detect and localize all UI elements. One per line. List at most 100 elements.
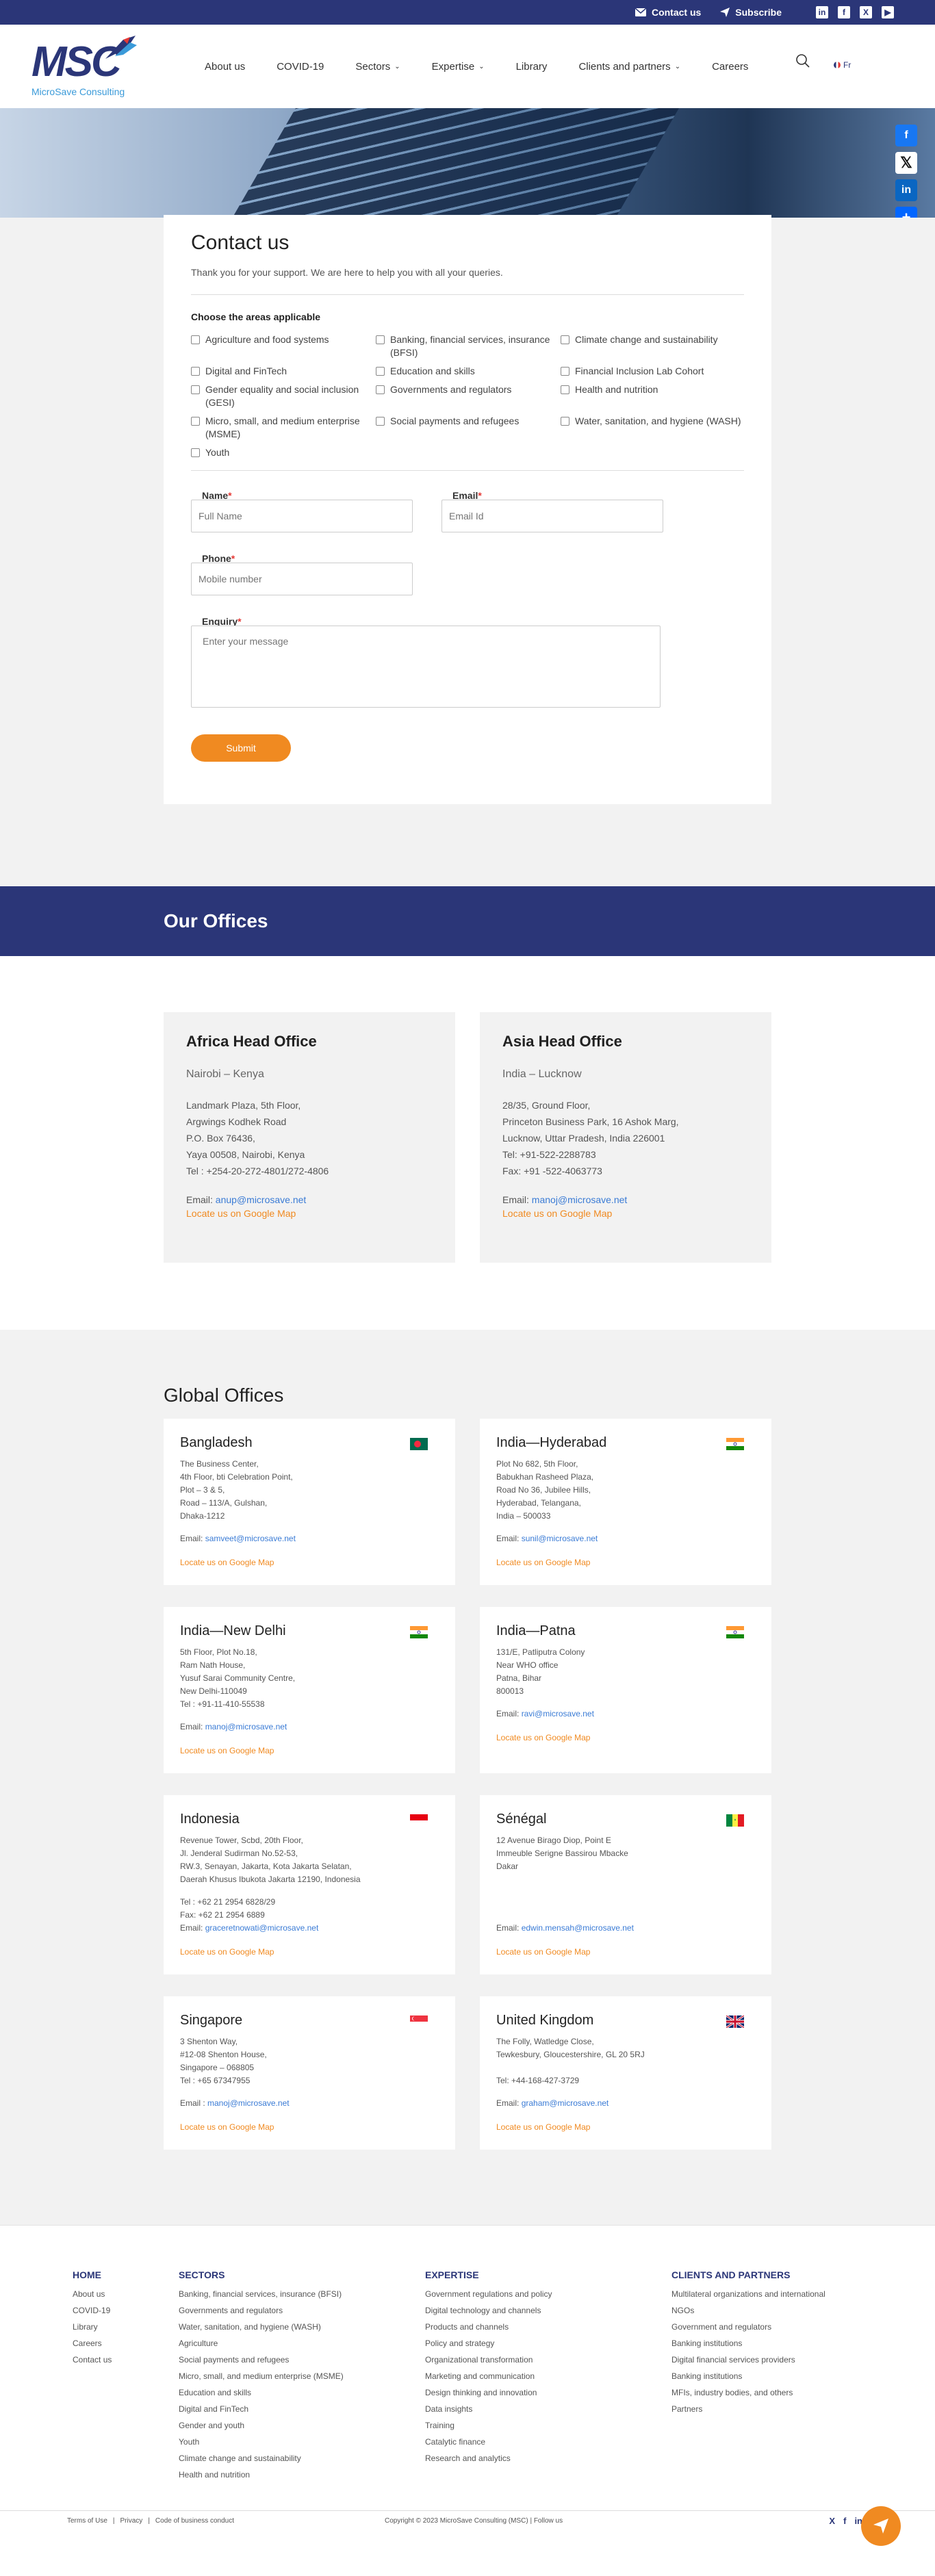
nav-item-clients-and-partners[interactable]: Clients and partners ⌄ [563,61,696,73]
facebook-icon[interactable]: f [838,6,850,18]
nav-item-about-us[interactable]: About us [189,61,261,73]
footer-link[interactable]: Climate change and sustainability [179,2450,425,2466]
footer-link[interactable]: Design thinking and innovation [425,2384,671,2401]
footer-link[interactable]: Education and skills [179,2384,425,2401]
phone-input[interactable] [191,563,413,595]
footer-link[interactable]: Research and analytics [425,2450,671,2466]
footer-link[interactable]: Library [73,2319,179,2335]
footer-link[interactable]: Products and channels [425,2319,671,2335]
footer-link[interactable]: Multilateral organizations and internati… [671,2286,849,2319]
footer-bottom-link[interactable]: Privacy [120,2517,143,2525]
footer-link[interactable]: Careers [73,2335,179,2352]
footer-link[interactable]: Digital technology and channels [425,2302,671,2319]
area-checkbox[interactable]: Social payments and refugees [376,415,561,441]
nav-item-expertise[interactable]: Expertise ⌄ [416,61,500,73]
checkbox[interactable] [376,385,385,394]
facebook-share-icon[interactable]: f [895,125,917,146]
footer-link[interactable]: Government and regulators [671,2319,849,2335]
x-twitter-icon[interactable]: X [860,6,872,18]
footer-link[interactable]: Banking institutions [671,2368,849,2384]
email-link[interactable]: ravi@microsave.net [522,1709,594,1718]
email-link[interactable]: edwin.mensah@microsave.net [522,1923,634,1933]
enquiry-textarea[interactable] [191,626,661,708]
facebook-icon[interactable]: f [843,2516,846,2527]
search-icon[interactable] [795,53,810,68]
linkedin-share-icon[interactable]: in [895,179,917,201]
nav-item-library[interactable]: Library [500,61,563,73]
footer-link[interactable]: Health and nutrition [179,2466,425,2483]
email-input[interactable] [441,500,663,532]
youtube-icon[interactable]: ▶ [882,6,894,18]
contact-us-link[interactable]: Contact us [635,7,701,18]
checkbox[interactable] [561,335,569,344]
google-map-link[interactable]: Locate us on Google Map [496,1558,755,1567]
checkbox[interactable] [561,417,569,426]
footer-link[interactable]: Catalytic finance [425,2434,671,2450]
email-link[interactable]: graceretnowati@microsave.net [205,1923,319,1933]
nav-item-careers[interactable]: Careers [696,61,764,73]
area-checkbox[interactable]: Gender equality and social inclusion (GE… [191,383,376,409]
footer-link[interactable]: Social payments and refugees [179,2352,425,2368]
footer-link[interactable]: Water, sanitation, and hygiene (WASH) [179,2319,425,2335]
google-map-link[interactable]: Locate us on Google Map [496,2122,755,2132]
footer-link[interactable]: Contact us [73,2352,179,2368]
checkbox[interactable] [191,385,200,394]
email-link[interactable]: sunil@microsave.net [522,1534,598,1543]
footer-link[interactable]: Banking institutions [671,2335,849,2352]
area-checkbox[interactable]: Health and nutrition [561,383,745,409]
checkbox[interactable] [376,417,385,426]
google-map-link[interactable]: Locate us on Google Map [180,1746,439,1755]
submit-button[interactable]: Submit [191,734,291,762]
site-logo[interactable]: MSC MicroSave Consulting [31,36,142,97]
footer-bottom-link[interactable]: Code of business conduct [155,2517,234,2525]
google-map-link[interactable]: Locate us on Google Map [502,1208,749,1219]
checkbox[interactable] [561,367,569,376]
footer-link[interactable]: Gender and youth [179,2417,425,2434]
footer-link[interactable]: Training [425,2417,671,2434]
footer-bottom-link[interactable]: Terms of Use [67,2517,107,2525]
footer-link[interactable]: Data insights [425,2401,671,2417]
checkbox[interactable] [191,417,200,426]
name-input[interactable] [191,500,413,532]
footer-link[interactable]: Digital and FinTech [179,2401,425,2417]
footer-link[interactable]: Agriculture [179,2335,425,2352]
footer-link[interactable]: Partners [671,2401,849,2417]
footer-link[interactable]: Government regulations and policy [425,2286,671,2302]
footer-link[interactable]: COVID-19 [73,2302,179,2319]
area-checkbox[interactable]: Agriculture and food systems [191,333,376,359]
area-checkbox[interactable]: Education and skills [376,365,561,378]
checkbox[interactable] [376,367,385,376]
subscribe-link[interactable]: Subscribe [720,7,782,18]
google-map-link[interactable]: Locate us on Google Map [496,1733,755,1742]
x-share-icon[interactable]: 𝕏 [895,152,917,174]
footer-link[interactable]: Organizational transformation [425,2352,671,2368]
footer-link[interactable]: Youth [179,2434,425,2450]
footer-link[interactable]: About us [73,2286,179,2302]
area-checkbox[interactable]: Digital and FinTech [191,365,376,378]
footer-link[interactable]: Governments and regulators [179,2302,425,2319]
footer-link[interactable]: Banking, financial services, insurance (… [179,2286,425,2302]
email-link[interactable]: samveet@microsave.net [205,1534,296,1543]
email-link[interactable]: anup@microsave.net [216,1194,307,1205]
area-checkbox[interactable]: Financial Inclusion Lab Cohort [561,365,745,378]
area-checkbox[interactable]: Youth [191,446,376,459]
footer-link[interactable]: Micro, small, and medium enterprise (MSM… [179,2368,425,2384]
google-map-link[interactable]: Locate us on Google Map [180,1947,439,1957]
footer-link[interactable]: Policy and strategy [425,2335,671,2352]
email-link[interactable]: manoj@microsave.net [207,2098,290,2108]
subscribe-floating-button[interactable] [861,2506,901,2546]
footer-link[interactable]: MFIs, industry bodies, and others [671,2384,849,2401]
area-checkbox[interactable]: Governments and regulators [376,383,561,409]
area-checkbox[interactable]: Micro, small, and medium enterprise (MSM… [191,415,376,441]
checkbox[interactable] [191,448,200,457]
checkbox[interactable] [191,335,200,344]
area-checkbox[interactable]: Banking, financial services, insurance (… [376,333,561,359]
nav-item-sectors[interactable]: Sectors ⌄ [340,61,415,73]
checkbox[interactable] [376,335,385,344]
area-checkbox[interactable]: Climate change and sustainability [561,333,745,359]
area-checkbox[interactable]: Water, sanitation, and hygiene (WASH) [561,415,745,441]
footer-link[interactable]: Marketing and communication [425,2368,671,2384]
google-map-link[interactable]: Locate us on Google Map [186,1208,433,1219]
checkbox[interactable] [561,385,569,394]
x-twitter-icon[interactable]: X [829,2516,835,2527]
